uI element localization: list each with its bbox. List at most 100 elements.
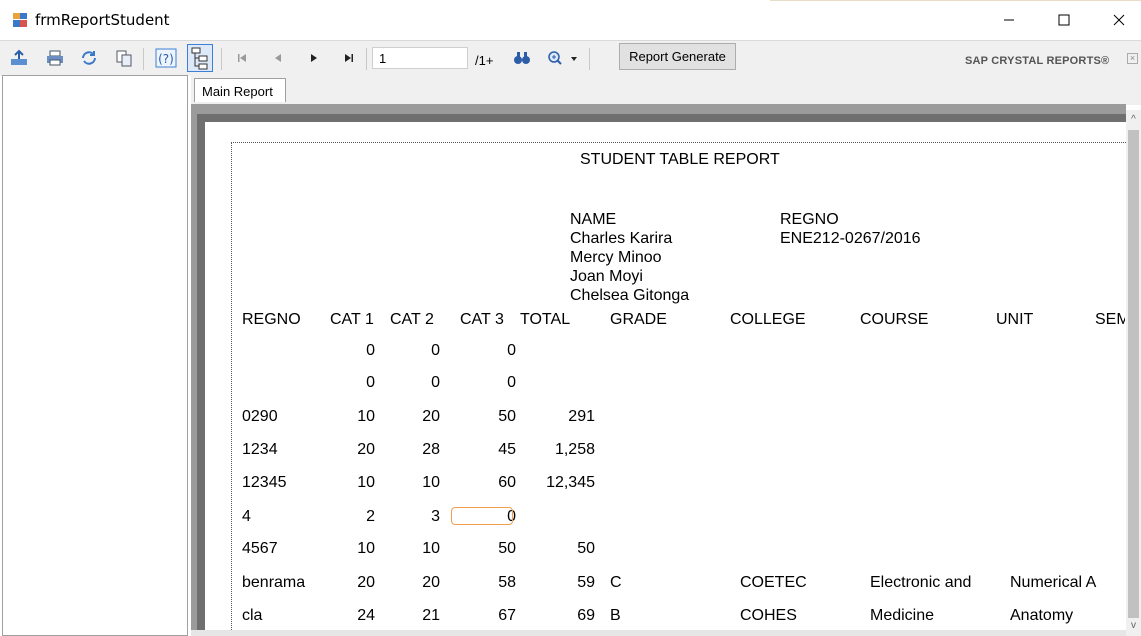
cell-cat2: 20 bbox=[422, 408, 440, 425]
regno-value: ENE212-0267/2016 bbox=[780, 230, 921, 247]
cell-total: 59 bbox=[577, 574, 595, 591]
cell-cat1: 0 bbox=[366, 374, 375, 391]
cell-college: COHES bbox=[740, 607, 797, 624]
last-page-button[interactable] bbox=[337, 46, 361, 70]
cell-total: 12,345 bbox=[546, 474, 595, 491]
close-icon bbox=[1113, 14, 1125, 26]
column-header-college: COLLEGE bbox=[730, 311, 806, 328]
column-header-course: COURSE bbox=[860, 311, 929, 328]
cell-cat2: 0 bbox=[431, 374, 440, 391]
cell-course: Electronic and bbox=[870, 574, 972, 591]
minimize-icon bbox=[1004, 19, 1014, 21]
tab-main-report[interactable]: Main Report bbox=[194, 78, 286, 102]
first-page-icon bbox=[238, 54, 246, 62]
column-header-grade: GRADE bbox=[610, 311, 667, 328]
name-value: Charles Karira bbox=[570, 230, 673, 247]
cell-cat1: 10 bbox=[357, 540, 375, 557]
toolbar-separator bbox=[366, 48, 367, 70]
group-tree-toggle-button[interactable] bbox=[187, 44, 213, 72]
cell-cat3: 58 bbox=[498, 574, 516, 591]
cell-cat3: 0 bbox=[507, 342, 516, 359]
refresh-icon bbox=[82, 51, 96, 65]
cell-cat3: 50 bbox=[498, 540, 516, 557]
cell-grade: C bbox=[610, 574, 622, 591]
scroll-down-icon[interactable]: v bbox=[1126, 618, 1141, 633]
cell-course: Medicine bbox=[870, 607, 935, 624]
column-header-cat3: CAT 3 bbox=[460, 311, 504, 328]
next-page-icon bbox=[311, 54, 317, 62]
column-header-sem: SEM bbox=[1095, 311, 1125, 328]
cell-cat2: 20 bbox=[422, 574, 440, 591]
export-button[interactable] bbox=[7, 46, 31, 70]
toolbar-separator bbox=[589, 48, 590, 70]
horizontal-scrollbar[interactable] bbox=[191, 630, 1126, 636]
title-accent-line bbox=[770, 0, 1141, 1]
selected-field-highlight[interactable] bbox=[451, 507, 513, 525]
help-icon: (?) bbox=[155, 48, 177, 68]
find-icon bbox=[514, 52, 530, 64]
page-number-input[interactable] bbox=[372, 47, 468, 69]
toolbar-separator bbox=[143, 48, 144, 70]
cell-total: 50 bbox=[577, 540, 595, 557]
column-header-total: TOTAL bbox=[520, 311, 571, 328]
copy-button[interactable] bbox=[112, 46, 136, 70]
cell-total: 291 bbox=[568, 408, 595, 425]
group-tree-panel[interactable] bbox=[2, 75, 188, 636]
next-page-button[interactable] bbox=[302, 46, 326, 70]
cell-unit: Numerical A bbox=[1010, 574, 1097, 591]
cell-cat2: 28 bbox=[422, 441, 440, 458]
help-button[interactable]: (?) bbox=[154, 46, 178, 70]
cell-unit: Anatomy bbox=[1010, 607, 1074, 624]
svg-text:(?): (?) bbox=[158, 52, 174, 66]
column-header-regno: REGNO bbox=[242, 311, 301, 328]
name-value: Mercy Minoo bbox=[570, 249, 662, 266]
scroll-up-icon[interactable]: ^ bbox=[1126, 112, 1141, 127]
name-header: NAME bbox=[570, 211, 617, 228]
cell-cat1: 24 bbox=[357, 607, 375, 624]
cell-cat2: 3 bbox=[431, 508, 440, 525]
column-header-cat2: CAT 2 bbox=[390, 311, 434, 328]
cell-cat2: 21 bbox=[422, 607, 440, 624]
cell-cat2: 0 bbox=[431, 342, 440, 359]
cell-cat1: 20 bbox=[357, 441, 375, 458]
cell-total: 69 bbox=[577, 607, 595, 624]
vertical-scrollbar[interactable]: ^ v bbox=[1126, 110, 1141, 636]
cell-grade: B bbox=[610, 607, 621, 624]
previous-page-icon bbox=[275, 54, 281, 62]
cell-college: COETEC bbox=[740, 574, 807, 591]
cell-cat1: 2 bbox=[366, 508, 375, 525]
refresh-button[interactable] bbox=[77, 46, 101, 70]
report-toolbar: (?) /1+ Report Generate SAP CRYSTAL REPO… bbox=[0, 40, 1141, 76]
previous-page-button[interactable] bbox=[266, 46, 290, 70]
name-value: Joan Moyi bbox=[570, 268, 643, 285]
column-header-cat1: CAT 1 bbox=[330, 311, 374, 328]
window-title: frmReportStudent bbox=[35, 11, 170, 29]
print-button[interactable] bbox=[43, 46, 67, 70]
maximize-button[interactable] bbox=[1041, 0, 1087, 40]
cell-cat2: 10 bbox=[422, 474, 440, 491]
cell-cat1: 20 bbox=[357, 574, 375, 591]
close-button[interactable] bbox=[1096, 0, 1141, 40]
close-viewer-icon[interactable]: × bbox=[1127, 53, 1138, 64]
cell-cat2: 10 bbox=[422, 540, 440, 557]
cell-cat3: 0 bbox=[507, 374, 516, 391]
app-form-icon bbox=[13, 13, 27, 27]
group-tree-toggle-icon bbox=[191, 47, 208, 70]
toolbar-separator bbox=[221, 48, 222, 70]
cell-cat1: 10 bbox=[357, 474, 375, 491]
cell-cat3: 60 bbox=[498, 474, 516, 491]
first-page-button[interactable] bbox=[230, 46, 254, 70]
minimize-button[interactable] bbox=[986, 0, 1032, 40]
cell-cat3: 67 bbox=[498, 607, 516, 624]
name-value: Chelsea Gitonga bbox=[570, 287, 690, 304]
report-title: STUDENT TABLE REPORT bbox=[580, 151, 780, 168]
zoom-icon bbox=[548, 51, 577, 65]
report-generate-button[interactable]: Report Generate bbox=[619, 43, 736, 70]
maximize-icon bbox=[1058, 14, 1070, 26]
scrollbar-thumb[interactable] bbox=[1128, 130, 1139, 618]
find-button[interactable] bbox=[510, 46, 534, 70]
cell-total: 1,258 bbox=[554, 441, 595, 458]
title-bar: frmReportStudent bbox=[0, 0, 1141, 40]
report-tab-strip: Main Report bbox=[191, 75, 1141, 105]
zoom-dropdown-button[interactable] bbox=[545, 46, 581, 70]
